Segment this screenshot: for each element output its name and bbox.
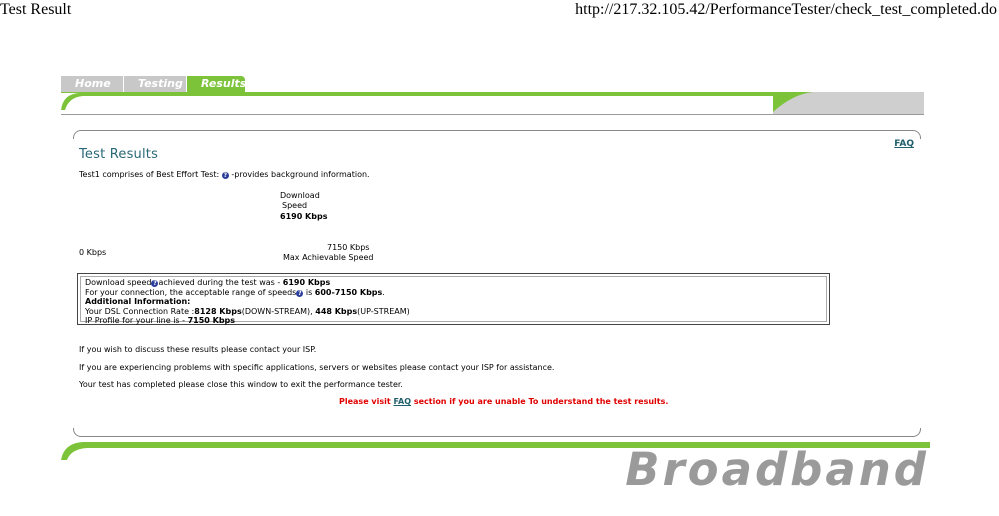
print-page-title: Test Result: [0, 1, 72, 18]
range-max-label: Max Achievable Speed: [283, 253, 374, 262]
header-swoosh: [61, 92, 773, 110]
tab-results[interactable]: Results: [187, 76, 246, 92]
intro-text-end: -provides background information.: [231, 170, 370, 179]
print-page-url: http://217.32.105.42/PerformanceTester/c…: [575, 1, 997, 18]
problems-text: If you are experiencing problems with sp…: [79, 363, 555, 372]
content-frame-bottom: [73, 428, 921, 437]
intro-text-start: Test1 comprises of Best Effort Test:: [79, 170, 220, 179]
download-label: Download: [280, 191, 320, 200]
result-info-box: Download speed? achieved during the test …: [77, 273, 830, 325]
info-line-dsl-rate: Your DSL Connection Rate :8128 Kbps(DOWN…: [85, 306, 410, 316]
completed-text: Your test has completed please close thi…: [79, 380, 403, 389]
visit-faq-notice: Please visit FAQ section if you are unab…: [339, 397, 669, 406]
download-speed-value: 6190 Kbps: [280, 212, 328, 221]
broadband-logo: Broadband: [625, 443, 929, 496]
download-label-speed: Speed: [282, 201, 308, 210]
header-divider: [61, 114, 924, 115]
tab-testing[interactable]: Testing: [123, 76, 186, 92]
faq-inline-link[interactable]: FAQ: [393, 397, 411, 406]
page-title: Test Results: [79, 147, 159, 162]
faq-link[interactable]: FAQ: [894, 139, 914, 149]
info-line-additional: Additional Information:: [85, 297, 191, 306]
content-frame-top: [73, 130, 921, 139]
range-min-label: 0 Kbps: [79, 248, 107, 257]
info-line-range: For your connection, the acceptable rang…: [85, 287, 385, 297]
header-gray-block: [773, 92, 924, 115]
range-max-value: 7150 Kbps: [327, 243, 370, 252]
info-line-ip-profile: IP Profile for your line is - 7150 Kbps: [85, 316, 236, 325]
help-icon[interactable]: ?: [221, 172, 229, 179]
intro-text: Test1 comprises of Best Effort Test: ? -…: [79, 170, 370, 179]
info-line-download: Download speed? achieved during the test …: [85, 278, 331, 287]
contact-isp-text: If you wish to discuss these results ple…: [79, 345, 317, 354]
tab-home[interactable]: Home: [61, 76, 123, 92]
